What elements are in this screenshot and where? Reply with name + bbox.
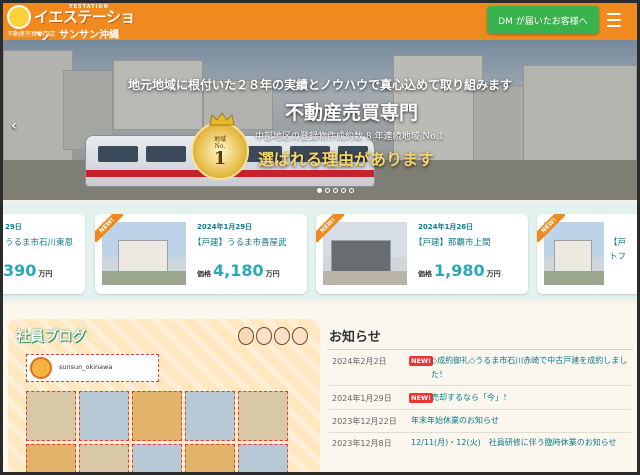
- new-ribbon: NEW!: [316, 214, 344, 242]
- badge-line1: 地域: [213, 136, 226, 143]
- news-link[interactable]: ◇成約御礼◇うるま市石川赤崎で中古戸建を成約しました！: [431, 354, 629, 382]
- property-name: 【戸: [609, 238, 627, 248]
- hamburger-icon[interactable]: [607, 13, 621, 27]
- property-name: うるま市石川東恩: [5, 238, 74, 248]
- property-price: 1,980: [434, 261, 485, 280]
- logo-sub-text: 不動産売買専門店: [7, 31, 56, 38]
- instagram-post[interactable]: [132, 444, 182, 472]
- slider-prev-arrow[interactable]: ‹: [11, 118, 17, 134]
- price-label: 価格: [418, 270, 432, 278]
- instagram-post[interactable]: [185, 391, 235, 441]
- news-link[interactable]: 12/11(月)・12(火) 社員研修に伴う臨時休業のお知らせ: [411, 436, 629, 450]
- no1-badge: 地域 No. 1: [191, 112, 249, 180]
- news-title: お知らせ: [329, 330, 381, 345]
- property-listings: 29日 うるま市石川東恩 390 万円 NEW! 2024年1月29日 【戸建】…: [3, 203, 637, 300]
- property-date: 29日: [5, 223, 22, 231]
- price-unit: 万円: [38, 270, 53, 278]
- property-name-sub: トフ: [609, 252, 627, 262]
- property-date: 2024年1月29日: [197, 223, 253, 231]
- property-name: 【戸建】那覇市上間: [414, 238, 491, 248]
- avatar: [30, 357, 52, 379]
- instagram-grid: [26, 391, 288, 472]
- slider-dot[interactable]: [333, 188, 338, 193]
- property-name: 【戸建】うるま市喜屋武: [193, 238, 287, 248]
- price-unit: 万円: [265, 270, 280, 278]
- hero-subtitle: 中部地区の登録物件成約数 8 年連続地域 No.1: [255, 132, 445, 142]
- crown-icon: [209, 112, 235, 126]
- property-date: 2024年1月26日: [418, 223, 474, 231]
- site-header: YESTATION イエステーション 不動産売買専門店 サンサン沖縄 DM が届…: [3, 3, 637, 47]
- instagram-post[interactable]: [26, 444, 76, 472]
- news-link[interactable]: 売却するなら「今」！: [431, 391, 629, 405]
- slider-dots: [317, 188, 354, 193]
- slider-dot[interactable]: [349, 188, 354, 193]
- news-section: お知らせ 2024年2月2日 NEW! ◇成約御礼◇うるま市石川赤崎で中古戸建を…: [325, 321, 637, 472]
- staff-illustration: [234, 323, 314, 349]
- new-ribbon: NEW!: [95, 214, 123, 242]
- instagram-post[interactable]: [79, 391, 129, 441]
- news-item[interactable]: 2024年1月29日 NEW! 売却するなら「今」！: [329, 393, 631, 410]
- page: YESTATION イエステーション 不動産売買専門店 サンサン沖縄 DM が届…: [3, 3, 637, 472]
- price-unit: 万円: [486, 270, 501, 278]
- news-link[interactable]: 年末年始休業のお知らせ: [411, 414, 629, 428]
- news-date: 2024年2月2日: [332, 357, 387, 366]
- site-logo[interactable]: YESTATION イエステーション 不動産売買専門店 サンサン沖縄: [7, 4, 137, 47]
- instagram-post[interactable]: [79, 444, 129, 472]
- slider-dot[interactable]: [325, 188, 330, 193]
- hero-headline: 地元地域に根付いた２８年の実績とノウハウで真心込めて取り組みます: [127, 78, 512, 92]
- logo-branch-text: サンサン沖縄: [59, 30, 119, 41]
- hero-title: 不動産売買専門: [285, 102, 419, 124]
- new-badge: NEW!: [409, 393, 434, 403]
- new-ribbon: NEW!: [537, 214, 565, 242]
- slider-dot[interactable]: [317, 188, 322, 193]
- property-card[interactable]: NEW! 2024年1月29日 【戸建】うるま市喜屋武 価格 4,180 万円: [95, 214, 307, 294]
- dm-customer-button[interactable]: DM が届いたお客様へ: [487, 6, 599, 34]
- instagram-post[interactable]: [132, 391, 182, 441]
- news-item[interactable]: 2024年2月2日 NEW! ◇成約御礼◇うるま市石川赤崎で中古戸建を成約しまし…: [329, 356, 631, 386]
- property-price: 390: [3, 261, 37, 280]
- news-date: 2024年1月29日: [332, 394, 392, 403]
- instagram-username: sunsun_okinawa: [59, 363, 113, 371]
- slider-dot[interactable]: [341, 188, 346, 193]
- instagram-post[interactable]: [238, 391, 288, 441]
- instagram-profile[interactable]: sunsun_okinawa: [26, 354, 159, 382]
- blog-title: 社員ブログ: [16, 329, 86, 345]
- news-item[interactable]: 2023年12月8日 12/11(月)・12(火) 社員研修に伴う臨時休業のお知…: [329, 438, 631, 468]
- news-date: 2023年12月8日: [332, 439, 392, 448]
- instagram-post[interactable]: [26, 391, 76, 441]
- property-card[interactable]: NEW! 2024年1月26日 【戸建】那覇市上間 価格 1,980 万円: [316, 214, 528, 294]
- property-price: 4,180: [213, 261, 264, 280]
- news-item[interactable]: 2023年12月22日 年末年始休業のお知らせ: [329, 416, 631, 433]
- hero-slider: 地元地域に根付いた２８年の実績とノウハウで真心込めて取り組みます 地域 No. …: [3, 40, 637, 200]
- new-badge: NEW!: [409, 356, 434, 366]
- badge-number: 1: [213, 148, 227, 169]
- price-label: 価格: [197, 270, 211, 278]
- instagram-post[interactable]: [238, 444, 288, 472]
- property-card[interactable]: NEW! 【戸 トフ: [537, 214, 637, 294]
- instagram-post[interactable]: [185, 444, 235, 472]
- news-date: 2023年12月22日: [332, 417, 397, 426]
- hero-reason: 選ばれる理由があります: [258, 150, 435, 169]
- staff-blog-section: 社員ブログ sunsun_okinawa: [8, 319, 320, 472]
- property-card[interactable]: 29日 うるま市石川東恩 390 万円: [3, 214, 85, 294]
- mascot-icon: [7, 5, 31, 29]
